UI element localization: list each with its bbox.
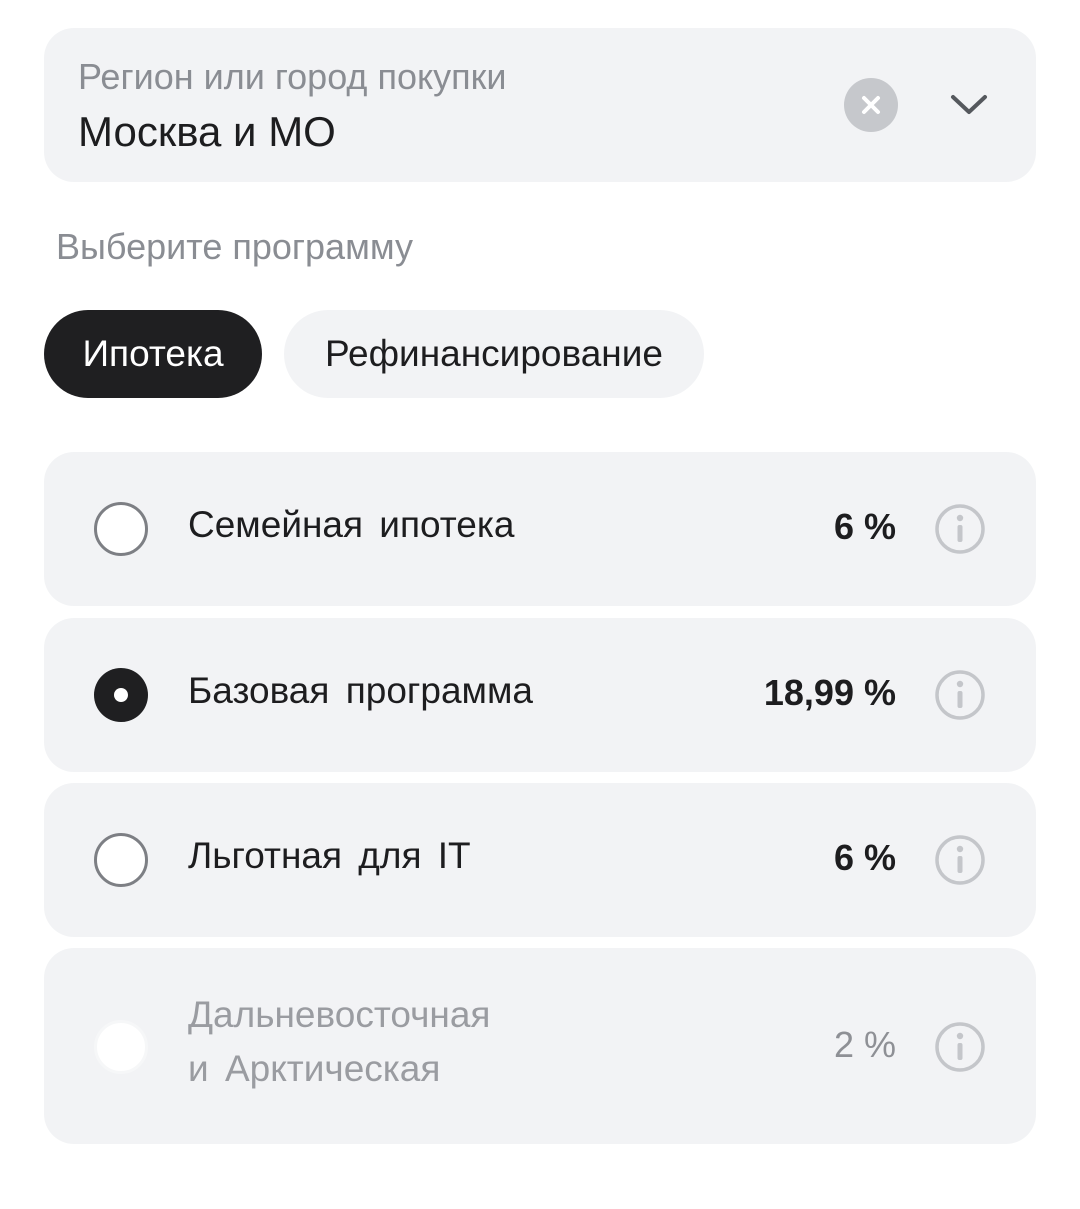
info-icon[interactable]: [934, 503, 986, 555]
region-select[interactable]: Регион или город покупки Москва и МО: [44, 28, 1036, 182]
region-select-label: Регион или город покупки: [78, 56, 507, 97]
program-rate: 6 %: [833, 506, 896, 547]
region-select-value: Москва и МО: [78, 108, 336, 155]
expand-region-button[interactable]: [942, 78, 996, 132]
info-icon[interactable]: [934, 669, 986, 721]
chevron-down-icon: [951, 95, 987, 114]
program-radio-selected[interactable]: [94, 668, 148, 722]
program-title-line: Дальневосточная: [188, 994, 491, 1035]
program-rate: 18,99 %: [763, 672, 896, 713]
program-radio[interactable]: [94, 502, 148, 556]
close-icon: [862, 96, 880, 114]
program-rate: 2 %: [833, 1024, 896, 1065]
tab-mortgage[interactable]: Ипотека: [44, 310, 262, 398]
program-title: Дальневосточная и Арктическая: [188, 988, 608, 1096]
program-card-basic[interactable]: Базовая программа 18,99 %: [44, 618, 1036, 772]
tab-refinancing[interactable]: Рефинансирование: [284, 310, 704, 398]
program-radio-disabled: [94, 1020, 148, 1074]
program-section-label: Выберите программу: [56, 226, 413, 267]
program-title: Семейная ипотека: [188, 504, 515, 545]
program-title: Базовая программа: [188, 670, 533, 711]
program-card-family[interactable]: Семейная ипотека 6 %: [44, 452, 1036, 606]
program-card-far-east-arctic: Дальневосточная и Арктическая 2 %: [44, 948, 1036, 1144]
program-radio[interactable]: [94, 833, 148, 887]
mortgage-program-form: Регион или город покупки Москва и МО Выб…: [0, 0, 1080, 1209]
info-icon[interactable]: [934, 1021, 986, 1073]
program-title: Льготная для IT: [188, 835, 471, 876]
clear-region-button[interactable]: [844, 78, 898, 132]
info-icon[interactable]: [934, 834, 986, 886]
program-card-it[interactable]: Льготная для IT 6 %: [44, 783, 1036, 937]
program-rate: 6 %: [833, 837, 896, 878]
program-title-line: и Арктическая: [188, 1048, 441, 1089]
